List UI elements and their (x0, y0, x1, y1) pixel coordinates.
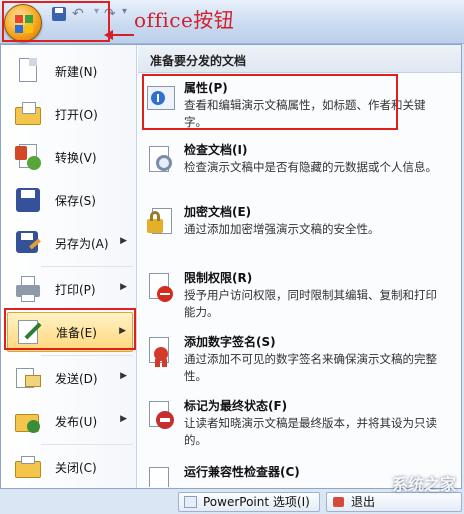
submenu-item-inspect[interactable]: 检查文档(I) 检查演示文稿中是否有隐藏的元数据或个人信息。 (144, 141, 454, 177)
submenu-item-title: 标记为最终状态(F) (184, 399, 288, 413)
final-icon (144, 399, 178, 433)
customize-icon[interactable]: ▾ (122, 6, 127, 17)
menu-item-print[interactable]: 打印(P) ▶ (7, 269, 133, 309)
submenu-item-title: 加密文档(E) (184, 205, 252, 219)
powerpoint-options-button[interactable]: PowerPoint 选项(I) (178, 492, 320, 512)
menu-divider (41, 266, 133, 267)
submenu-item-title: 检查文档(I) (184, 143, 248, 157)
lock-icon (144, 205, 178, 239)
prepare-submenu: 准备要分发的文档 属性(P) 查看和编辑演示文稿属性，如标题、作者和关键字。 检… (138, 45, 461, 488)
submenu-item-desc: 检查演示文稿中是否有隐藏的元数据或个人信息。 (184, 160, 437, 174)
menu-item-new[interactable]: 新建(N) (7, 51, 133, 91)
menu-item-publish[interactable]: 发布(U) ▶ (7, 401, 133, 441)
new-doc-icon (13, 56, 43, 86)
signature-icon (144, 335, 178, 369)
menu-item-save-as[interactable]: 另存为(A) ▶ (7, 223, 133, 263)
annotation-arrow-line (112, 34, 134, 36)
annotation-label: office按钮 (134, 8, 235, 32)
menu-item-label: 发送(D) (55, 371, 98, 386)
menu-item-label: 新建(N) (55, 64, 98, 79)
exit-label: 退出 PowerPoint(X) (351, 495, 435, 514)
submenu-item-desc: 通过添加不可见的数字签名来确保演示文稿的完整性。 (184, 352, 437, 383)
options-label: PowerPoint 选项(I) (203, 495, 310, 509)
menu-item-save[interactable]: 保存(S) (7, 180, 133, 220)
menu-item-send[interactable]: 发送(D) ▶ (7, 358, 133, 398)
submenu-item-desc: 通过添加加密增强演示文稿的安全性。 (184, 222, 380, 236)
inspect-icon (144, 143, 178, 177)
menu-item-label: 打印(P) (55, 282, 96, 297)
menu-item-label: 转换(V) (55, 150, 97, 165)
submenu-header: 准备要分发的文档 (138, 45, 461, 73)
submenu-item-signature[interactable]: 添加数字签名(S) 通过添加不可见的数字签名来确保演示文稿的完整性。 (144, 333, 454, 385)
menu-divider (41, 355, 133, 356)
annotation-box-office (2, 1, 110, 42)
menu-item-label: 打开(O) (55, 107, 98, 122)
submenu-item-desc: 让读者知晓演示文稿是最终版本，并将其设为只读的。 (184, 416, 437, 447)
submenu-item-restrict[interactable]: 限制权限(R) 授予用户访问权限，同时限制其编辑、复制和打印能力。 (144, 269, 454, 321)
exit-powerpoint-button[interactable]: 退出 PowerPoint(X) (326, 492, 462, 514)
submenu-item-title: 添加数字签名(S) (184, 335, 276, 349)
submenu-arrow-icon: ▶ (120, 414, 127, 424)
menu-item-label: 保存(S) (55, 193, 96, 208)
save-disk-icon (13, 185, 43, 215)
submenu-item-encrypt[interactable]: 加密文档(E) 通过添加加密增强演示文稿的安全性。 (144, 203, 454, 239)
menu-item-convert[interactable]: 转换(V) (7, 137, 133, 177)
publish-icon (13, 406, 43, 436)
open-folder-icon (13, 99, 43, 129)
menu-item-close[interactable]: 关闭(C) (7, 447, 133, 487)
menu-item-label: 发布(U) (55, 414, 98, 429)
submenu-item-title: 限制权限(R) (184, 271, 253, 285)
convert-icon (13, 142, 43, 172)
watermark: 系统之家 (391, 475, 456, 494)
submenu-arrow-icon: ▶ (120, 282, 127, 292)
exit-icon (332, 496, 345, 508)
compatibility-icon (144, 465, 178, 487)
close-folder-icon (13, 452, 43, 482)
annotation-box-properties (142, 74, 398, 130)
submenu-item-mark-final[interactable]: 标记为最终状态(F) 让读者知晓演示文稿是最终版本，并将其设为只读的。 (144, 397, 454, 449)
annotation-box-prepare (4, 308, 136, 350)
menu-item-label: 关闭(C) (55, 460, 97, 475)
submenu-arrow-icon: ▶ (120, 236, 127, 246)
submenu-arrow-icon: ▶ (120, 371, 127, 381)
save-as-icon (13, 228, 43, 258)
menu-commands: 新建(N) 打开(O) 转换(V) 保存(S) 另存为(A) ▶ 打印(P) ▶… (1, 45, 137, 488)
menu-item-label: 另存为(A) (55, 236, 109, 251)
menu-divider (41, 444, 133, 445)
menu-item-open[interactable]: 打开(O) (7, 94, 133, 134)
options-icon (184, 496, 197, 508)
send-icon (13, 363, 43, 393)
submenu-item-desc: 授予用户访问权限，同时限制其编辑、复制和打印能力。 (184, 288, 437, 319)
office-menu: 新建(N) 打开(O) 转换(V) 保存(S) 另存为(A) ▶ 打印(P) ▶… (0, 44, 462, 489)
restrict-icon (144, 271, 178, 305)
printer-icon (13, 274, 43, 304)
